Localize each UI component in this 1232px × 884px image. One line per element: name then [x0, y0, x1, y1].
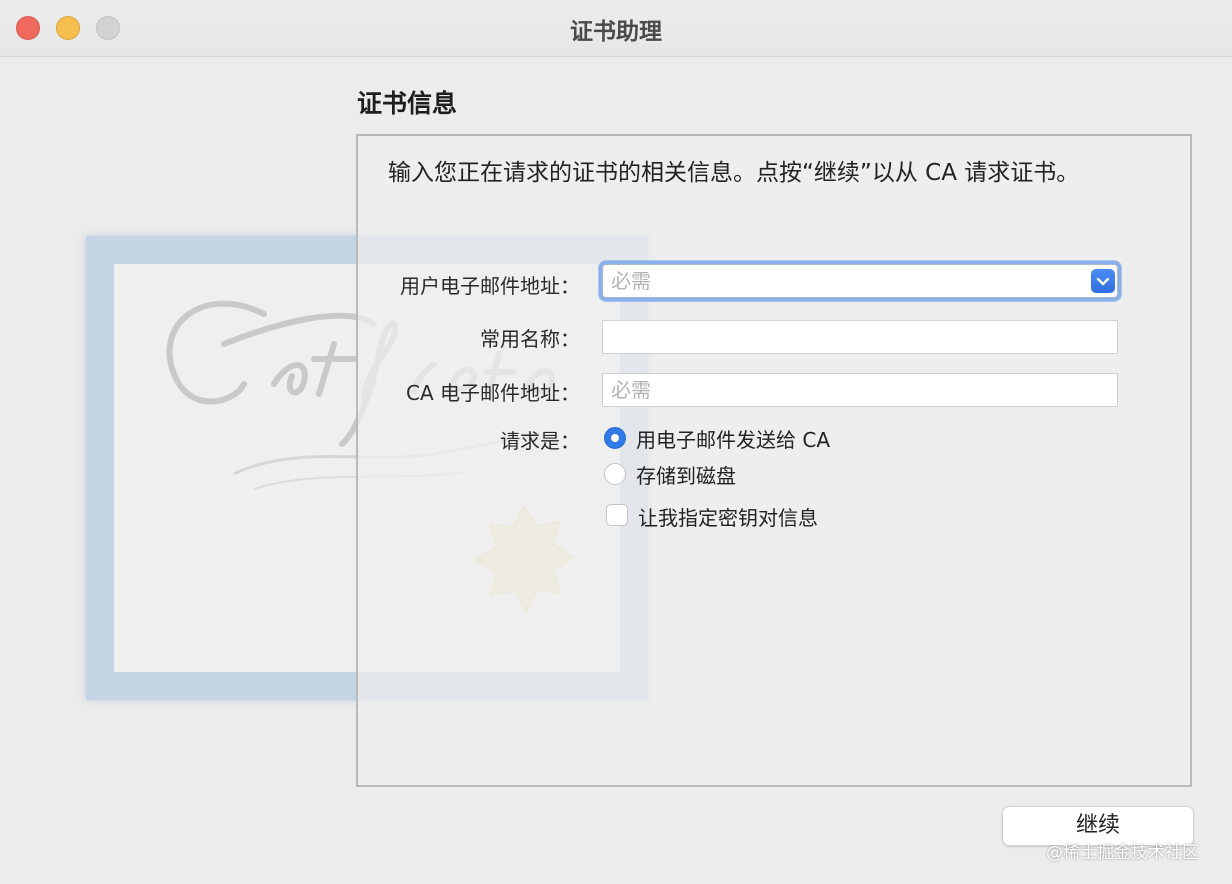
specify-key-pair-label[interactable]: 让我指定密钥对信息	[638, 502, 818, 531]
section-title: 证书信息	[357, 89, 458, 118]
save-to-disk-radio[interactable]	[604, 463, 626, 485]
email-label: 用户电子邮件地址：	[400, 274, 580, 298]
ca-email-label: CA 电子邮件地址：	[405, 381, 580, 405]
save-to-disk-label[interactable]: 存储到磁盘	[636, 460, 736, 489]
certificate-assistant-window: 证书助理 证书信息 输入您正在请求的证书的相关信息。点按“继续”以从 CA 请求…	[0, 0, 1232, 884]
specify-key-pair-checkbox[interactable]	[606, 504, 628, 526]
form-panel	[356, 134, 1192, 787]
email-dropdown-button[interactable]	[1091, 269, 1115, 293]
email-to-ca-label[interactable]: 用电子邮件发送给 CA	[636, 424, 830, 453]
title-bar: 证书助理	[0, 0, 1232, 57]
email-field[interactable]	[602, 264, 1118, 298]
chevron-down-icon	[1096, 277, 1110, 286]
intro-text: 输入您正在请求的证书的相关信息。点按“继续”以从 CA 请求证书。	[388, 160, 1080, 186]
email-to-ca-radio[interactable]	[604, 427, 626, 449]
ca-email-field[interactable]	[602, 373, 1118, 407]
request-label: 请求是：	[500, 429, 580, 453]
common-name-field[interactable]	[602, 320, 1118, 354]
window-title: 证书助理	[570, 19, 662, 45]
common-name-label: 常用名称：	[480, 327, 580, 351]
watermark-text: @稀土掘金技术社区	[1046, 843, 1199, 863]
